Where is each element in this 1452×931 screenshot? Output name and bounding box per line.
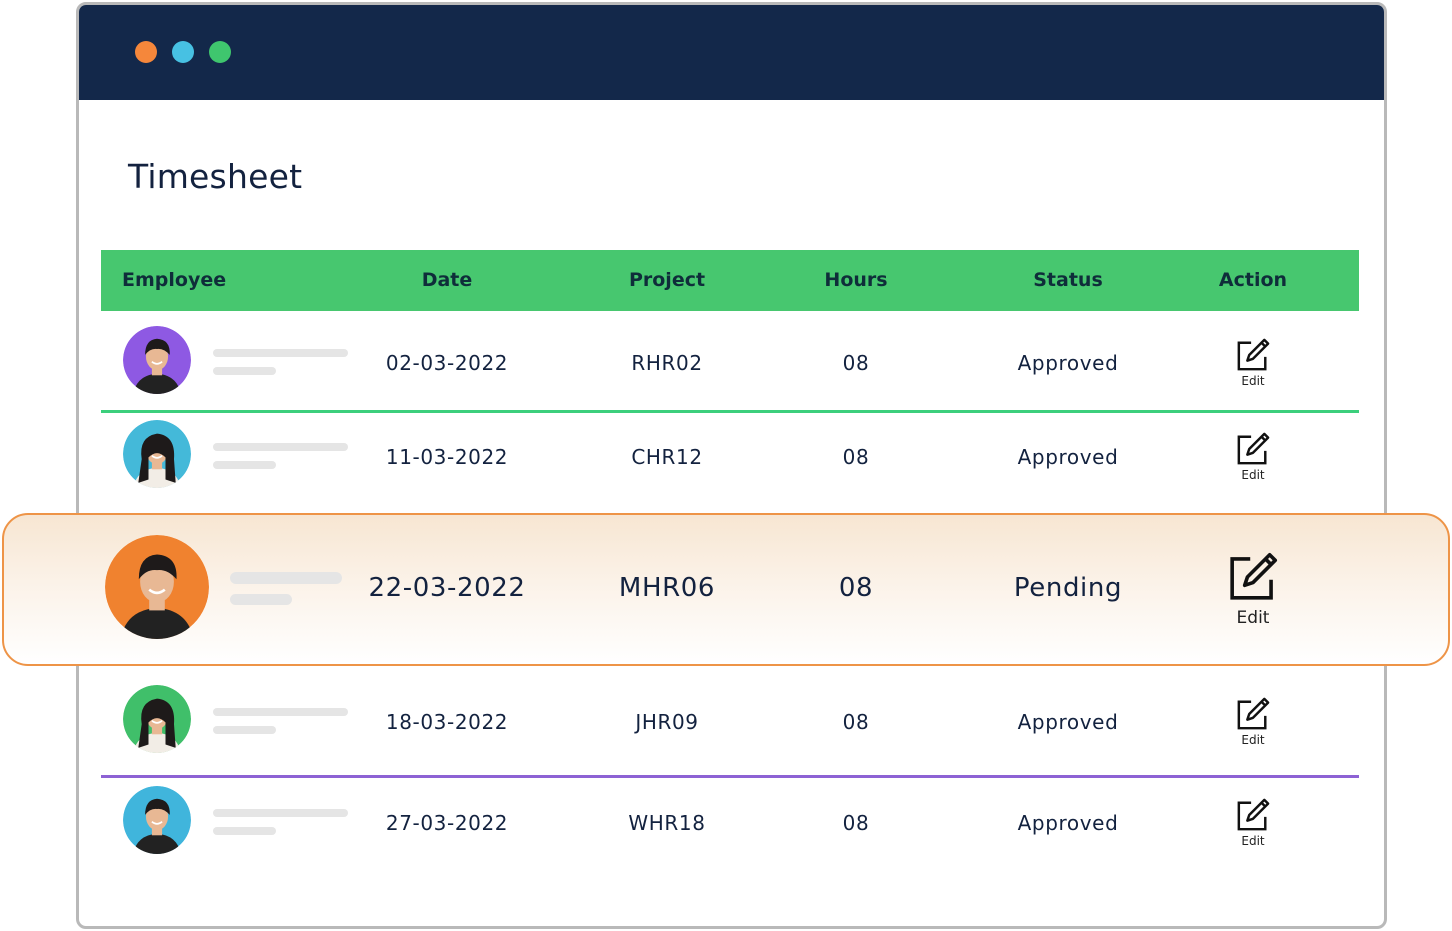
status-badge: Approved <box>1017 351 1119 375</box>
edit-button[interactable]: Edit <box>1236 798 1270 848</box>
status-badge: Pending <box>1013 573 1123 603</box>
employee-name-placeholder <box>213 809 348 817</box>
edit-button[interactable]: Edit <box>1228 552 1278 628</box>
edit-button[interactable]: Edit <box>1236 432 1270 482</box>
column-header-date[interactable]: Date <box>422 250 473 311</box>
edit-icon <box>1236 432 1270 466</box>
status-badge: Approved <box>1017 811 1119 835</box>
status-badge: Approved <box>1017 445 1119 469</box>
date-cell: 11-03-2022 <box>385 445 509 469</box>
row-divider <box>101 775 1359 778</box>
employee-name-placeholder <box>213 708 348 716</box>
employee-subtitle-placeholder <box>213 827 276 835</box>
employee-subtitle-placeholder <box>230 594 292 605</box>
edit-button[interactable]: Edit <box>1236 338 1270 388</box>
project-cell: JHR09 <box>635 710 699 734</box>
edit-icon <box>1228 552 1278 602</box>
project-cell: RHR02 <box>631 351 703 375</box>
hours-cell: 08 <box>842 445 870 469</box>
edit-label: Edit <box>1236 608 1270 628</box>
edit-button[interactable]: Edit <box>1236 697 1270 747</box>
hours-cell: 08 <box>842 351 870 375</box>
window-maximize-dot[interactable] <box>209 41 231 63</box>
avatar-man-icon <box>123 326 191 394</box>
table-header: Employee Date Project Hours Status Actio… <box>101 250 1359 311</box>
employee-name-placeholder <box>213 443 348 451</box>
project-cell: CHR12 <box>631 445 703 469</box>
hours-cell: 08 <box>838 573 874 603</box>
page-title: Timesheet <box>128 157 303 196</box>
window-minimize-dot[interactable] <box>172 41 194 63</box>
edit-label: Edit <box>1241 374 1265 388</box>
hours-cell: 08 <box>842 811 870 835</box>
employee-subtitle-placeholder <box>213 726 276 734</box>
column-header-employee[interactable]: Employee <box>122 250 226 311</box>
status-badge: Approved <box>1017 710 1119 734</box>
employee-name-placeholder <box>230 572 342 584</box>
edit-icon <box>1236 798 1270 832</box>
project-cell: WHR18 <box>628 811 706 835</box>
edit-icon <box>1236 697 1270 731</box>
date-cell: 27-03-2022 <box>385 811 509 835</box>
column-header-project[interactable]: Project <box>629 250 705 311</box>
date-cell: 02-03-2022 <box>385 351 509 375</box>
column-header-hours[interactable]: Hours <box>824 250 887 311</box>
column-header-action[interactable]: Action <box>1219 250 1287 311</box>
window-titlebar <box>79 5 1384 100</box>
employee-name-placeholder <box>213 349 348 357</box>
avatar-man-icon <box>123 786 191 854</box>
row-divider <box>101 410 1359 413</box>
employee-subtitle-placeholder <box>213 461 276 469</box>
date-cell: 18-03-2022 <box>385 710 509 734</box>
avatar-woman-icon <box>123 420 191 488</box>
edit-label: Edit <box>1241 468 1265 482</box>
avatar-man-icon <box>105 535 209 639</box>
avatar-woman-icon <box>123 685 191 753</box>
date-cell: 22-03-2022 <box>368 573 526 603</box>
hours-cell: 08 <box>842 710 870 734</box>
edit-label: Edit <box>1241 733 1265 747</box>
project-cell: MHR06 <box>618 573 716 603</box>
employee-subtitle-placeholder <box>213 367 276 375</box>
edit-icon <box>1236 338 1270 372</box>
window-close-dot[interactable] <box>135 41 157 63</box>
edit-label: Edit <box>1241 834 1265 848</box>
column-header-status[interactable]: Status <box>1033 250 1103 311</box>
